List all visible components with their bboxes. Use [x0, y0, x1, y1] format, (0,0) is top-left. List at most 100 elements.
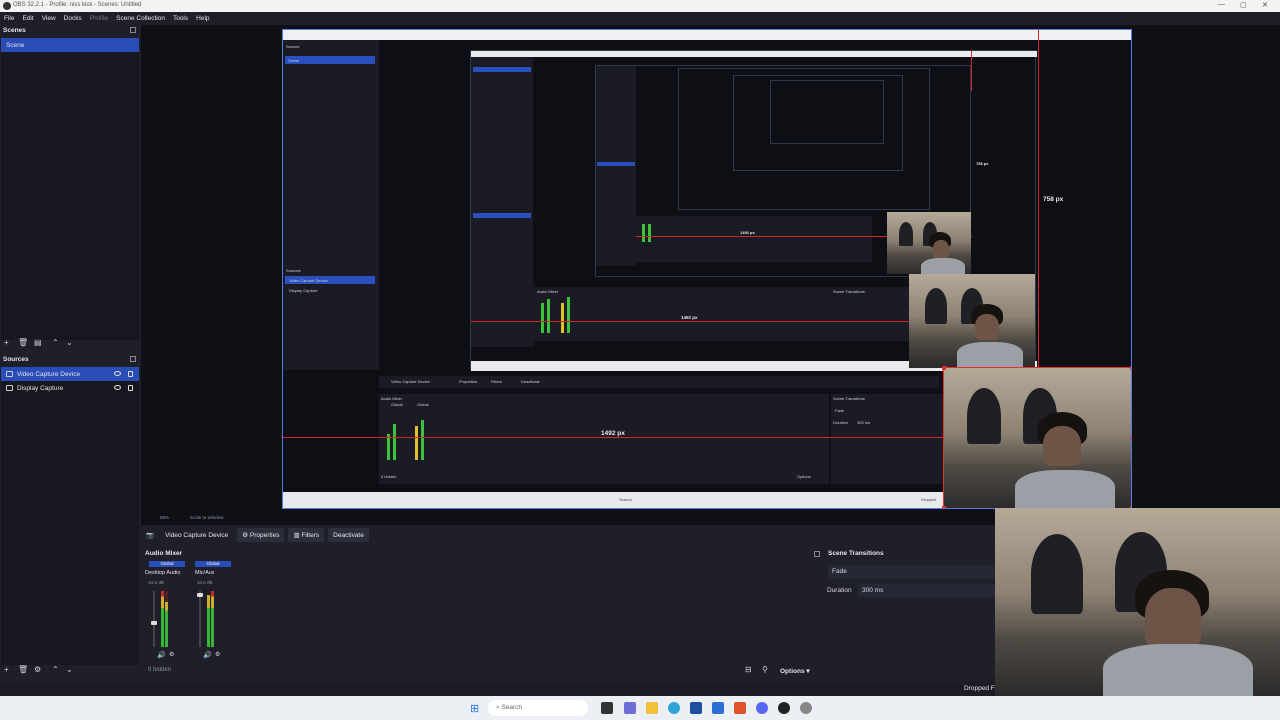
dock-float-icon[interactable]	[130, 27, 136, 33]
speaker-icon[interactable]: 🔊	[157, 651, 166, 659]
app-icon[interactable]	[624, 702, 636, 714]
maximize-icon[interactable]: ▢	[1240, 1, 1247, 9]
resize-handle[interactable]	[942, 506, 946, 508]
scene-filters-icon[interactable]: ▤	[34, 339, 42, 347]
edge-icon[interactable]	[668, 702, 680, 714]
settings-icon[interactable]	[800, 702, 812, 714]
taskview-icon[interactable]	[601, 702, 613, 714]
menu-tools[interactable]: Tools	[173, 15, 188, 22]
move-up-icon[interactable]: ⌃	[52, 666, 59, 674]
duration-input[interactable]: 300 ms	[858, 584, 996, 597]
brave-icon[interactable]	[734, 702, 746, 714]
remove-source-icon[interactable]: 🗑	[18, 666, 28, 674]
nested-meter	[541, 303, 544, 333]
discord-icon[interactable]	[756, 702, 768, 714]
channel-tag: Global	[195, 561, 231, 567]
dock-float-icon[interactable]	[814, 551, 820, 557]
nested-audio-title-1: Audio Mixer	[381, 396, 403, 401]
lock-icon[interactable]	[128, 385, 133, 391]
title-bar: OBS 32.2.1 - Profile: niss kick - Scenes…	[0, 0, 1280, 12]
resize-handle[interactable]	[942, 366, 946, 370]
obs-taskbar-icon[interactable]	[778, 702, 790, 714]
scale-label[interactable]: Scale to Window	[190, 515, 224, 520]
webcam-thumb-3	[887, 212, 971, 274]
minimize-icon[interactable]: —	[1218, 1, 1225, 8]
volume-meter	[211, 591, 214, 647]
height-label: 758 px	[1043, 196, 1064, 203]
nested-meter	[393, 424, 396, 460]
start-icon[interactable]: ⊞	[470, 702, 479, 715]
menu-profile[interactable]: Profile	[90, 15, 108, 22]
file-explorer-icon[interactable]	[646, 702, 658, 714]
add-source-icon[interactable]: +	[4, 666, 9, 674]
source-item[interactable]: Video Capture Device	[1, 367, 139, 381]
menu-edit[interactable]: Edit	[22, 15, 33, 22]
source-item[interactable]: Display Capture	[1, 381, 139, 395]
zoom-label[interactable]: 88%	[160, 515, 169, 520]
volume-slider-track[interactable]	[199, 591, 201, 647]
source-settings-icon[interactable]: ⚙	[34, 666, 41, 674]
transition-select[interactable]: Fade	[828, 565, 996, 579]
lock-icon[interactable]	[128, 371, 133, 377]
nested-dock-2	[471, 57, 533, 347]
nested-width-label-2: 1492 px	[681, 315, 698, 320]
visibility-eye-icon[interactable]	[114, 371, 121, 376]
mixer-layout-icon[interactable]: ⊟	[745, 666, 752, 674]
resize-handle[interactable]	[1130, 436, 1131, 440]
volume-meter	[207, 595, 210, 647]
nested-hidden-1: 0 hidden	[381, 474, 397, 479]
menu-help[interactable]: Help	[196, 15, 209, 22]
nested-selected-2b	[473, 213, 531, 218]
nested-transitions-1: Scene Transitions Fade Duration 300 ms	[831, 394, 943, 484]
volume-slider-handle[interactable]	[197, 593, 203, 597]
filters-button[interactable]: ▥ Filters	[288, 528, 325, 542]
nested-height-label-2: 758 px	[976, 161, 989, 166]
scene-transitions-title: Scene Transitions	[828, 550, 884, 557]
dropped-frames-label: Dropped F	[964, 685, 995, 692]
source-transform-box[interactable]	[942, 366, 1131, 508]
preview-canvas[interactable]: Scenes Scene Sources Video Capture Devic…	[282, 29, 1132, 509]
visibility-eye-icon[interactable]	[114, 385, 121, 390]
move-down-icon[interactable]: ⌄	[66, 339, 73, 347]
dock-float-icon[interactable]	[130, 356, 136, 362]
channel-settings-icon[interactable]: ⚙	[169, 651, 174, 658]
menu-view[interactable]: View	[42, 15, 56, 22]
taskbar-search[interactable]: ⌕ Search	[488, 700, 588, 716]
move-up-icon[interactable]: ⌃	[52, 339, 59, 347]
add-scene-icon[interactable]: +	[4, 339, 9, 347]
channel-name[interactable]: Desktop Audio	[145, 570, 180, 576]
nested-controls-1: Video Capture Device Properties Filters …	[379, 376, 939, 388]
menu-scene-collection[interactable]: Scene Collection	[116, 15, 165, 22]
source-item-label: Video Capture Device	[17, 370, 81, 378]
properties-label: Properties	[249, 531, 280, 539]
hidden-count: 0 hidden	[148, 667, 172, 673]
menu-file[interactable]: File	[4, 15, 14, 22]
volume-slider-track[interactable]	[153, 591, 155, 647]
speaker-icon[interactable]: 🔊	[203, 651, 212, 659]
app-icon[interactable]	[690, 702, 702, 714]
mixer-link-icon[interactable]: ⚲	[762, 666, 768, 674]
app-icon[interactable]	[712, 702, 724, 714]
width-label: 1492 px	[601, 430, 625, 437]
scene-item[interactable]: Scene	[1, 38, 139, 52]
nested-meter	[648, 224, 651, 242]
webcam-overlay	[995, 508, 1280, 696]
move-down-icon[interactable]: ⌄	[66, 666, 73, 674]
close-icon[interactable]: ✕	[1262, 1, 1268, 9]
deactivate-button[interactable]: Deactivate	[328, 528, 369, 542]
nested-height-guide-2	[971, 51, 972, 91]
options-button[interactable]: Options ▾	[780, 667, 810, 675]
channel-name[interactable]: Mic/Aux	[195, 570, 215, 576]
menu-docks[interactable]: Docks	[64, 15, 82, 22]
height-guide	[1038, 30, 1039, 367]
resize-handle[interactable]	[1130, 366, 1131, 370]
remove-scene-icon[interactable]: 🗑	[18, 339, 28, 347]
volume-slider-handle[interactable]	[151, 621, 157, 625]
nested-duration-1: Duration	[833, 420, 849, 425]
transition-type: Fade	[832, 568, 847, 575]
taskbar-search-label: Search	[501, 704, 523, 711]
current-source-name: Video Capture Device	[165, 531, 229, 539]
properties-button[interactable]: ⚙ Properties	[237, 528, 285, 542]
channel-settings-icon[interactable]: ⚙	[215, 651, 220, 658]
nested-titlebar	[283, 30, 1131, 40]
